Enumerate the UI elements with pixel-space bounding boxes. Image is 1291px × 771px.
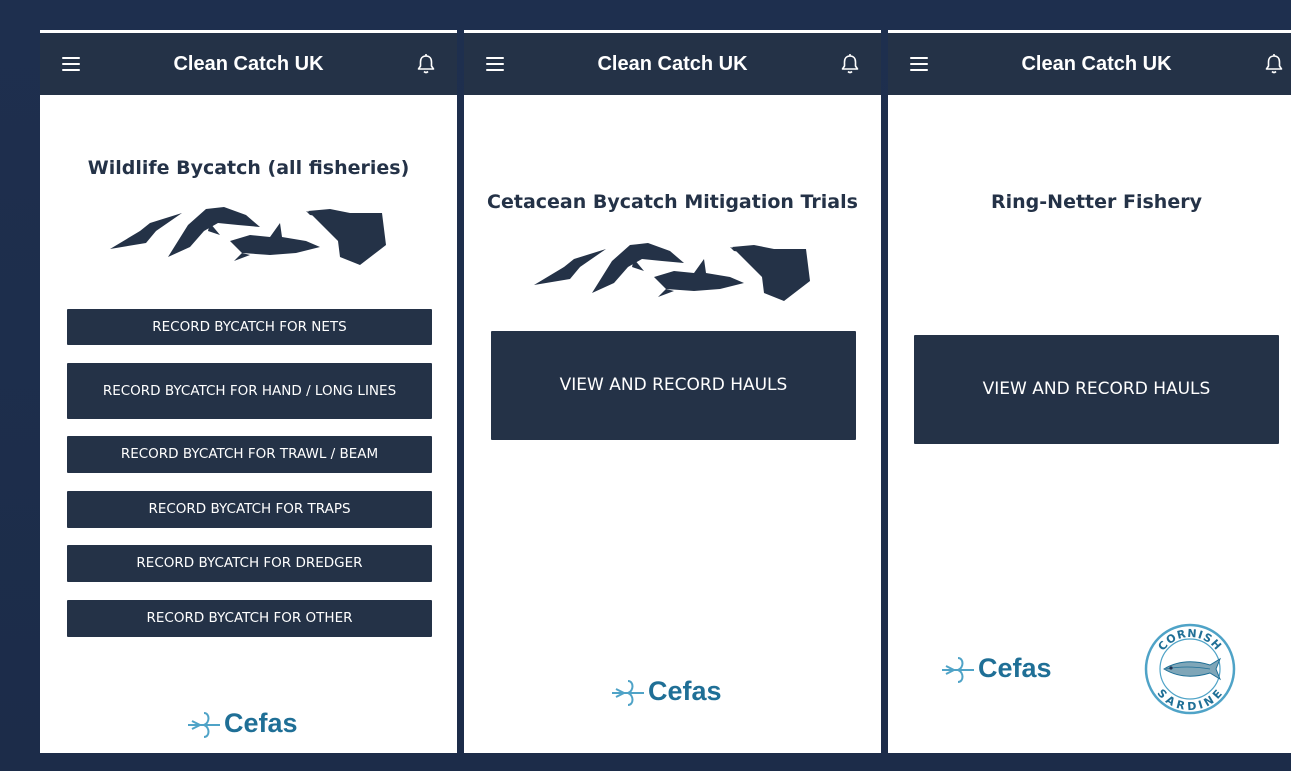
cefas-wordmark: Cefas [978, 653, 1052, 683]
app-title: Clean Catch UK [173, 53, 324, 75]
app-title: Clean Catch UK [1021, 53, 1172, 75]
screen-wildlife-bycatch: Clean Catch UK Wildlife Bycatch (all fis… [40, 30, 457, 753]
seabird-icon [110, 213, 182, 249]
cefas-logo: Cefas [940, 653, 1052, 684]
cornish-sardine-badge: CORNISH SARDINE [1144, 623, 1236, 715]
cefas-wordmark: Cefas [224, 708, 298, 738]
record-trawl-beam-button[interactable]: RECORD BYCATCH FOR TRAWL / BEAM [67, 436, 432, 473]
wildlife-illustration [534, 243, 810, 301]
view-record-hauls-button[interactable]: VIEW AND RECORD HAULS [914, 335, 1279, 444]
record-dredger-button[interactable]: RECORD BYCATCH FOR DREDGER [67, 545, 432, 582]
cefas-emblem-icon [612, 679, 644, 706]
view-record-hauls-button[interactable]: VIEW AND RECORD HAULS [491, 331, 856, 440]
stingray-icon [730, 245, 810, 301]
app-bar: Clean Catch UK [888, 33, 1291, 95]
record-hand-long-lines-button[interactable]: RECORD BYCATCH FOR HAND / LONG LINES [67, 363, 432, 419]
record-nets-button[interactable]: RECORD BYCATCH FOR NETS [67, 309, 432, 345]
screen-cetacean-trials: Clean Catch UK Cetacean Bycatch Mitigati… [464, 30, 881, 753]
bell-icon[interactable] [840, 53, 860, 75]
page-title: Ring-Netter Fishery [991, 191, 1202, 213]
page-title: Wildlife Bycatch (all fisheries) [87, 157, 410, 179]
cefas-emblem-icon [188, 711, 220, 738]
bell-icon[interactable] [416, 53, 436, 75]
shark-icon [230, 223, 320, 261]
cefas-logo: Cefas [186, 708, 298, 739]
record-other-button[interactable]: RECORD BYCATCH FOR OTHER [67, 600, 432, 637]
cefas-emblem-icon [942, 656, 974, 683]
record-traps-button[interactable]: RECORD BYCATCH FOR TRAPS [67, 491, 432, 528]
wildlife-illustration [110, 207, 386, 265]
bell-icon[interactable] [1264, 53, 1284, 75]
stingray-icon [306, 209, 386, 265]
app-bar: Clean Catch UK [464, 33, 881, 95]
shark-icon [654, 259, 744, 297]
seabird-icon [534, 249, 606, 285]
cefas-logo: Cefas [610, 676, 722, 707]
screen-ring-netter: Clean Catch UK Ring-Netter Fishery VIEW … [888, 30, 1291, 753]
app-bar: Clean Catch UK [40, 33, 457, 95]
app-title: Clean Catch UK [597, 53, 748, 75]
cefas-wordmark: Cefas [648, 676, 722, 706]
page-title: Cetacean Bycatch Mitigation Trials [487, 191, 858, 213]
